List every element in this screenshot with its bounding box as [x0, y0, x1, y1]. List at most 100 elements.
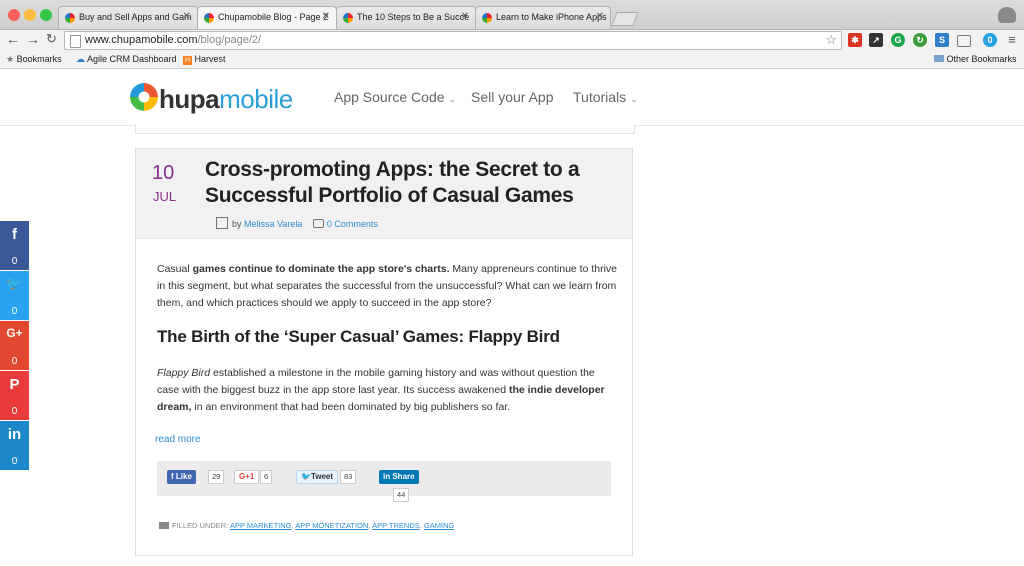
- chupamobile-favicon-icon: [65, 13, 75, 23]
- post-card: 10 JUL Cross-promoting Apps: the Secret …: [135, 148, 633, 556]
- close-tab-icon[interactable]: ✕: [183, 11, 191, 22]
- linkedin-share-button[interactable]: in Share: [379, 470, 419, 484]
- tab-learn-iphone[interactable]: Learn to Make iPhone Apps ✕: [475, 6, 611, 29]
- edit-icon: [216, 217, 228, 229]
- other-bookmarks[interactable]: Other Bookmarks: [934, 54, 1017, 64]
- filed-under: FILLED UNDER: APP MARKETING, APP MONETIZ…: [159, 521, 454, 530]
- tab-title: Chupamobile Blog - Page 2: [218, 12, 329, 22]
- facebook-icon: f: [171, 472, 174, 481]
- post-title[interactable]: Cross-promoting Apps: the Secret to a Su…: [205, 157, 615, 209]
- linkedin-icon: in: [7, 426, 22, 443]
- social-share-facebook[interactable]: f 0: [0, 221, 29, 270]
- close-window-button[interactable]: [8, 9, 20, 21]
- nav-tutorials[interactable]: Tutorials ⌄: [573, 89, 638, 105]
- tab-buy-and-sell[interactable]: Buy and Sell Apps and Gam ✕: [58, 6, 198, 29]
- nav-sell-your-app[interactable]: Sell your App: [471, 89, 554, 105]
- linkedin-icon: in: [383, 472, 391, 481]
- tweet-button[interactable]: 🐦Tweet: [296, 470, 339, 484]
- post-header: 10 JUL Cross-promoting Apps: the Secret …: [136, 149, 632, 239]
- cloud-icon: ☁: [76, 54, 85, 64]
- incognito-icon: [998, 7, 1016, 23]
- post-date-month: JUL: [153, 189, 177, 204]
- close-tab-icon[interactable]: ✕: [322, 11, 330, 22]
- linkedin-share-count: 44: [393, 488, 410, 502]
- pinterest-icon: P: [9, 376, 20, 393]
- site-logo[interactable]: hupamobile: [130, 83, 293, 115]
- facebook-icon: f: [12, 226, 17, 243]
- cast-extension-icon[interactable]: [957, 35, 971, 47]
- menu-icon[interactable]: ≡: [1005, 33, 1019, 47]
- post-date-day: 10: [152, 162, 175, 184]
- social-share-twitter[interactable]: 🐦 0: [0, 271, 29, 320]
- tag-app-monetization[interactable]: APP MONETIZATION: [295, 521, 368, 530]
- chupamobile-favicon-icon: [204, 13, 214, 23]
- tag-app-trends[interactable]: APP TRENDS: [372, 521, 420, 530]
- comments-link[interactable]: 0 Comments: [327, 219, 378, 229]
- bookmark-agile-crm[interactable]: ☁ Agile CRM Dashboard: [76, 54, 177, 65]
- comment-icon: [312, 219, 324, 228]
- chupamobile-favicon-icon: [482, 13, 492, 23]
- share-count: 0: [11, 406, 18, 417]
- lastpass-extension-icon[interactable]: ✱: [848, 33, 862, 47]
- social-share-pinterest[interactable]: P 0: [0, 371, 29, 420]
- logo-ring-icon: [130, 83, 158, 111]
- tab-10-steps[interactable]: The 10 Steps to Be a Succe ✕: [336, 6, 476, 29]
- post-meta: by Melissa Varela 0 Comments: [216, 217, 378, 229]
- bookmark-star-icon[interactable]: ☆: [825, 32, 837, 48]
- tab-bar: Buy and Sell Apps and Gam ✕ Chupamobile …: [0, 0, 1024, 30]
- address-domain: www.chupamobile.com: [85, 34, 198, 46]
- minimize-window-button[interactable]: [24, 9, 36, 21]
- share-bar: f Like 29 G+1 6 🐦Tweet 83 in Share 44: [157, 461, 611, 502]
- folder-icon: [934, 55, 944, 62]
- close-tab-icon[interactable]: ✕: [596, 11, 604, 22]
- facebook-like-button[interactable]: f Like: [167, 470, 196, 484]
- refresh-extension-icon[interactable]: ↻: [913, 33, 927, 47]
- google-plus-icon: G+: [6, 326, 23, 340]
- share-count: 0: [11, 256, 18, 267]
- share-count: 0: [11, 356, 18, 367]
- nav-app-source-code[interactable]: App Source Code ⌄: [334, 89, 456, 105]
- tab-chupamobile-blog[interactable]: Chupamobile Blog - Page 2 ✕: [197, 6, 337, 29]
- social-share-linkedin[interactable]: in 0: [0, 421, 29, 470]
- maximize-window-button[interactable]: [40, 9, 52, 21]
- tag-app-marketing[interactable]: APP MARKETING: [230, 521, 292, 530]
- tab-title: Buy and Sell Apps and Gam: [79, 12, 192, 22]
- tweet-count: 83: [340, 470, 357, 484]
- new-tab-button[interactable]: [611, 12, 639, 26]
- bookmark-harvest[interactable]: H Harvest: [183, 54, 226, 65]
- google-plus-count: 6: [260, 470, 273, 484]
- folder-icon: [159, 522, 169, 529]
- post-subheading: The Birth of the ‘Super Casual’ Games: F…: [157, 327, 560, 346]
- post-excerpt-paragraph-1: Casual games continue to dominate the ap…: [157, 263, 618, 309]
- harvest-icon: H: [183, 56, 192, 65]
- page-icon: [70, 35, 81, 48]
- address-bar[interactable]: www.chupamobile.com/blog/page/2/ ☆: [64, 31, 842, 50]
- close-tab-icon[interactable]: ✕: [461, 11, 469, 22]
- grammarly-extension-icon[interactable]: G: [891, 33, 905, 47]
- google-plus-button[interactable]: G+1: [234, 470, 260, 484]
- reload-icon[interactable]: ↻: [46, 31, 57, 47]
- author-link[interactable]: Melissa Varela: [244, 219, 302, 229]
- read-more-link[interactable]: read more: [155, 434, 201, 445]
- tab-title: Learn to Make iPhone Apps: [496, 12, 607, 22]
- bookmarks-star-item[interactable]: ★ Bookmarks: [6, 54, 62, 65]
- chevron-down-icon: ⌄: [630, 94, 638, 104]
- social-share-google-plus[interactable]: G+ 0: [0, 321, 29, 370]
- forward-arrow-icon[interactable]: →: [26, 31, 40, 47]
- back-arrow-icon[interactable]: ←: [6, 31, 20, 47]
- chevron-down-icon: ⌄: [448, 94, 457, 104]
- share-count: 0: [11, 306, 18, 317]
- twitter-icon: 🐦: [6, 276, 23, 291]
- chupamobile-favicon-icon: [343, 13, 353, 23]
- counter-badge[interactable]: 0: [983, 33, 997, 47]
- share-count: 0: [11, 456, 18, 467]
- s-extension-icon[interactable]: S: [935, 33, 949, 47]
- tab-title: The 10 Steps to Be a Succe: [357, 12, 470, 22]
- bookmarks-bar: ★ Bookmarks ☁ Agile CRM Dashboard H Harv…: [0, 51, 1024, 69]
- tag-gaming[interactable]: GAMING: [424, 521, 454, 530]
- twitter-bird-icon: 🐦: [301, 472, 311, 481]
- facebook-like-count: 29: [208, 470, 225, 484]
- previous-post-card: [135, 124, 635, 134]
- analytics-extension-icon[interactable]: ↗: [869, 33, 883, 47]
- post-excerpt-paragraph-2: Flappy Bird established a milestone in t…: [157, 367, 605, 413]
